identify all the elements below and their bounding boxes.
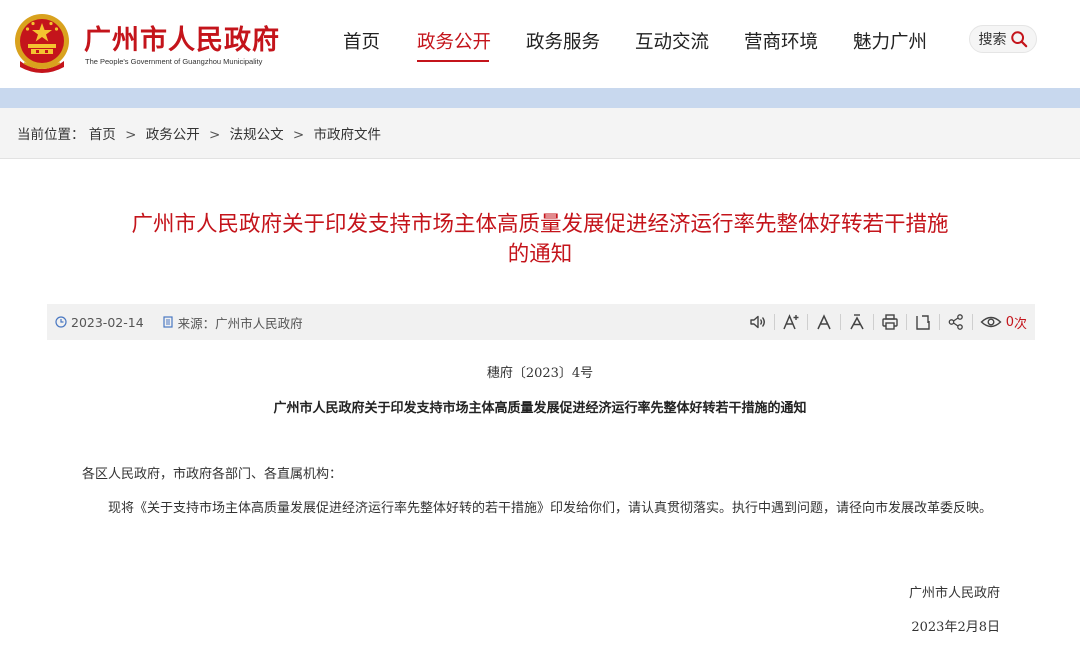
speaker-icon <box>750 315 765 329</box>
font-reset-icon <box>817 314 831 330</box>
article-toolbar: 0 次 <box>742 304 1027 340</box>
breadcrumb-separator: > <box>125 127 137 143</box>
nav-government-affairs[interactable]: 政务公开 <box>417 28 491 54</box>
view-count: 0 次 <box>973 313 1027 332</box>
clock-icon <box>55 316 67 328</box>
article-info-bar: 2023-02-14 来源： 广州市人民政府 0 次 <box>47 304 1035 340</box>
breadcrumb-divider <box>0 158 1080 159</box>
nav-business-environment[interactable]: 营商环境 <box>744 28 818 54</box>
breadcrumb-separator: > <box>209 127 221 143</box>
site-title-english: The People's Government of Guangzhou Mun… <box>85 57 263 66</box>
bookmark-button[interactable] <box>907 304 939 340</box>
print-button[interactable] <box>874 304 906 340</box>
article-source: 来源： 广州市人民政府 <box>162 313 303 332</box>
active-nav-indicator <box>417 60 489 62</box>
document-icon <box>163 316 173 328</box>
article-title-line-1: 广州市人民政府关于印发支持市场主体高质量发展促进经济运行率先整体好转若干措施 <box>131 212 949 237</box>
article-title-line-2: 的通知 <box>507 242 573 267</box>
share-icon <box>948 314 963 330</box>
nav-government-services[interactable]: 政务服务 <box>526 28 600 54</box>
source-label: 来源： <box>177 315 216 331</box>
view-count-value: 0 <box>1005 314 1014 330</box>
view-count-suffix: 次 <box>1013 316 1027 332</box>
breadcrumb-government-affairs[interactable]: 政务公开 <box>146 127 200 143</box>
document-body-paragraph: 现将《关于支持市场主体高质量发展促进经济运行率先整体好转的若干措施》印发给你们，… <box>108 501 993 516</box>
search-label: 搜索 <box>978 32 1007 48</box>
font-reset-button[interactable] <box>808 304 840 340</box>
bookmark-icon <box>916 315 930 330</box>
article-meta: 2023-02-14 来源： 广州市人民政府 <box>55 304 303 340</box>
breadcrumb-home[interactable]: 首页 <box>89 127 116 143</box>
document-salutation: 各区人民政府，市政府各部门、各直属机构： <box>82 467 343 482</box>
breadcrumb: 当前位置： 首页 > 政务公开 > 法规公文 > 市政府文件 <box>17 123 381 143</box>
breadcrumb-prefix: 当前位置： <box>17 127 85 143</box>
read-aloud-button[interactable] <box>742 304 774 340</box>
font-increase-button[interactable] <box>775 304 807 340</box>
nav-charming-guangzhou[interactable]: 魅力广州 <box>853 28 927 54</box>
eye-icon <box>980 316 1002 328</box>
national-emblem-icon[interactable] <box>12 11 72 75</box>
header-divider-bar <box>0 88 1080 108</box>
print-icon <box>882 314 898 330</box>
breadcrumb-separator: > <box>292 127 305 143</box>
publish-date: 2023-02-14 <box>71 314 144 330</box>
article-title: 广州市人民政府关于印发支持市场主体高质量发展促进经济运行率先整体好转若干措施 的… <box>60 210 1020 270</box>
site-header: 广州市人民政府 The People's Government of Guang… <box>0 0 1080 88</box>
nav-home[interactable]: 首页 <box>343 28 380 54</box>
site-title[interactable]: 广州市人民政府 <box>84 18 280 57</box>
document-sign-date: 2023年2月8日 <box>911 620 1000 635</box>
font-decrease-icon <box>850 314 864 330</box>
nav-interaction[interactable]: 互动交流 <box>635 28 709 54</box>
font-decrease-button[interactable] <box>841 304 873 340</box>
share-button[interactable] <box>940 304 972 340</box>
breadcrumb-regulations[interactable]: 法规公文 <box>230 127 284 143</box>
source-value: 广州市人民政府 <box>215 315 303 331</box>
breadcrumb-municipal-documents[interactable]: 市政府文件 <box>314 127 382 143</box>
font-increase-icon <box>783 314 799 330</box>
document-signer: 广州市人民政府 <box>908 586 1000 601</box>
document-number: 穗府〔2023〕4号 <box>486 366 594 381</box>
search-button[interactable]: 搜索 <box>969 25 1037 53</box>
search-icon <box>1010 31 1027 48</box>
document-subtitle: 广州市人民政府关于印发支持市场主体高质量发展促进经济运行率先整体好转若干措施的通… <box>273 401 807 416</box>
